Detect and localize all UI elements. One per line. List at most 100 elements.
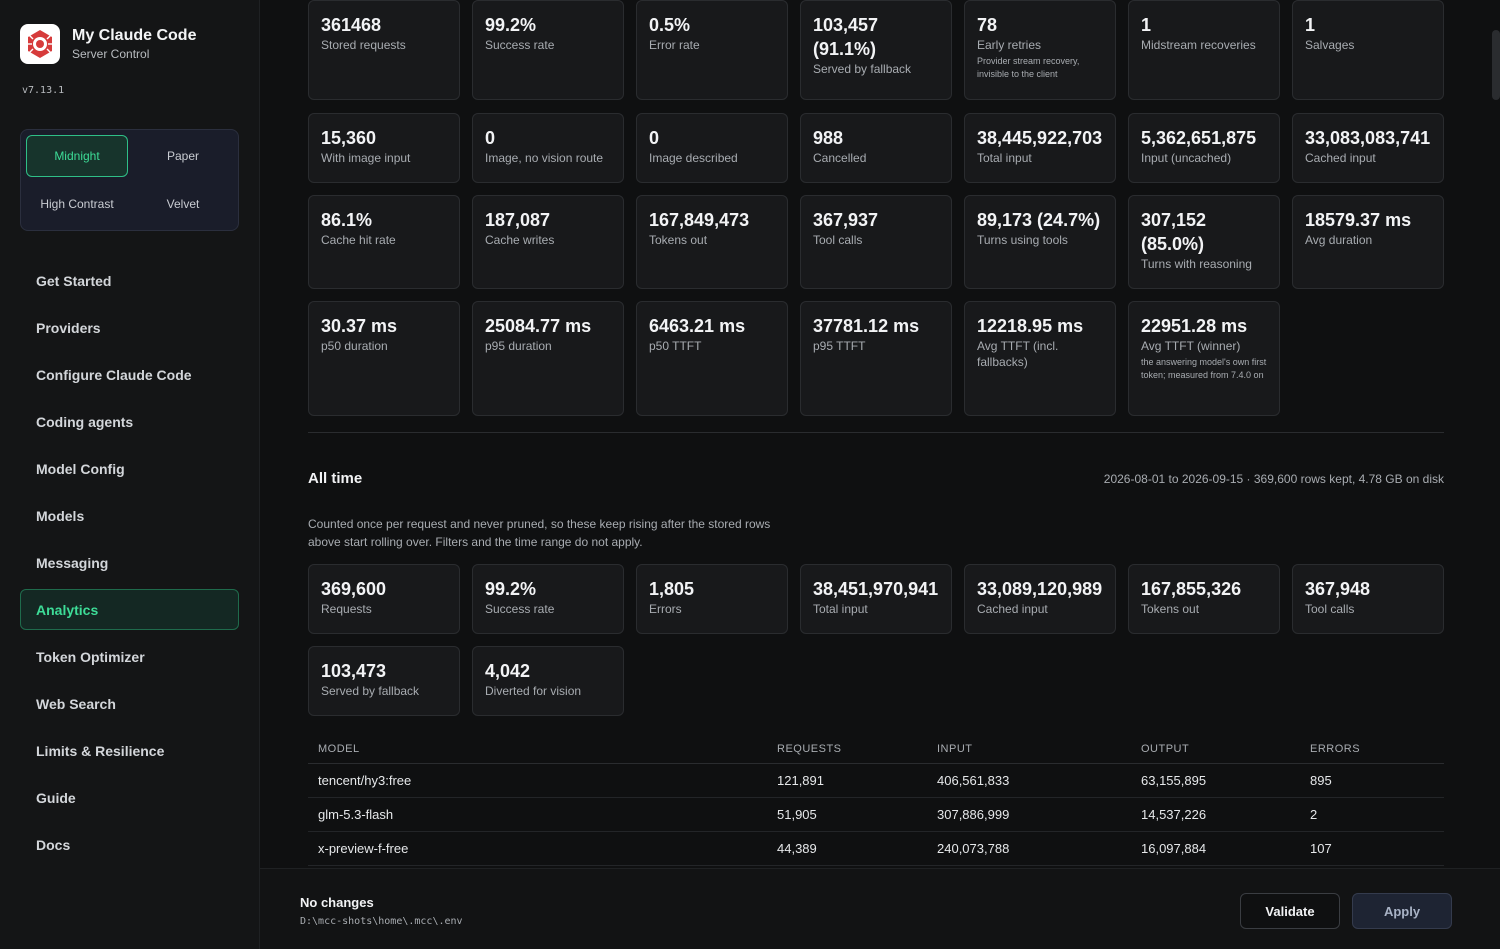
cell-errors: 2 [1310, 807, 1318, 822]
app-subtitle: Server Control [72, 47, 150, 61]
apply-button[interactable]: Apply [1352, 893, 1452, 929]
stat-card: 361468 Stored requests [308, 0, 460, 100]
stat-label: Input (uncached) [1141, 151, 1232, 165]
nav-limits-resilience[interactable]: Limits & Resilience [20, 730, 239, 771]
stat-value: 103,457 (91.1%) [813, 15, 879, 59]
stat-card: 5,362,651,875 Input (uncached) [1128, 113, 1280, 183]
theme-velvet-button[interactable]: Velvet [132, 183, 234, 225]
stat-label: Served by fallback [321, 684, 420, 698]
table-row: glm-5.3-flash 51,905 307,886,999 14,537,… [308, 798, 1444, 832]
all-time-stat-card: 369,600 Requests [308, 564, 460, 634]
cell-model: tencent/hy3:free [318, 773, 412, 788]
nav-docs[interactable]: Docs [20, 824, 239, 865]
stat-label: Total input [813, 602, 868, 616]
stat-card: 0 Image described [636, 113, 788, 183]
theme-paper-button[interactable]: Paper [132, 135, 234, 177]
cell-input: 307,886,999 [937, 807, 1010, 822]
column-header-input[interactable]: INPUT [937, 743, 1141, 755]
stat-value: 167,855,326 [1141, 579, 1242, 599]
column-header-errors[interactable]: ERRORS [1310, 743, 1444, 755]
app-title: My Claude Code [72, 27, 197, 44]
stat-label: Turns with reasoning [1141, 257, 1252, 271]
stat-label: Success rate [485, 38, 555, 52]
stat-value: 30.37 ms [321, 316, 398, 336]
theme-midnight-button[interactable]: Midnight [26, 135, 128, 177]
stat-card: 307,152 (85.0%) Turns with reasoning [1128, 195, 1280, 289]
nav-messaging[interactable]: Messaging [20, 542, 239, 583]
nav-models[interactable]: Models [20, 495, 239, 536]
nav-token-optimizer[interactable]: Token Optimizer [20, 636, 239, 677]
nav-web-search[interactable]: Web Search [20, 683, 239, 724]
column-header-requests[interactable]: REQUESTS [777, 743, 937, 755]
cell-errors: 895 [1310, 773, 1332, 788]
stat-value: 99.2% [485, 15, 537, 35]
stat-value: 1 [1305, 15, 1316, 35]
cell-errors: 107 [1310, 841, 1332, 856]
stat-value: 6463.21 ms [649, 316, 746, 336]
footer-bar: No changes D:\mcc-shots\home\.mcc\.env V… [260, 868, 1500, 949]
cell-requests: 51,905 [777, 807, 817, 822]
sidebar-nav: Get Started Providers Configure Claude C… [20, 260, 239, 871]
table-row: tencent/hy3:free 121,891 406,561,833 63,… [308, 764, 1444, 798]
stat-label: Image described [649, 151, 738, 165]
analytics-main: 361468 Stored requests 99.2% Success rat… [260, 0, 1500, 868]
nav-guide[interactable]: Guide [20, 777, 239, 818]
stat-label: Success rate [485, 602, 555, 616]
nav-model-config[interactable]: Model Config [20, 448, 239, 489]
nav-providers[interactable]: Providers [20, 307, 239, 348]
stat-value: 988 [813, 128, 844, 148]
stat-label: Served by fallback [813, 62, 912, 76]
theme-switcher: Midnight Paper High Contrast Velvet [20, 129, 239, 231]
stat-value: 15,360 [321, 128, 377, 148]
column-header-model[interactable]: MODEL [308, 743, 777, 755]
stat-label: p95 TTFT [813, 339, 866, 353]
stat-label: Tokens out [649, 233, 708, 247]
stat-label: Errors [649, 602, 682, 616]
stat-card: 187,087 Cache writes [472, 195, 624, 289]
nav-coding-agents[interactable]: Coding agents [20, 401, 239, 442]
stat-value: 167,849,473 [649, 210, 750, 230]
stat-value: 1 [1141, 15, 1152, 35]
nav-configure-claude-code[interactable]: Configure Claude Code [20, 354, 239, 395]
stat-value: 5,362,651,875 [1141, 128, 1257, 148]
stat-value: 37781.12 ms [813, 316, 920, 336]
cell-output: 16,097,884 [1141, 841, 1207, 856]
validate-button[interactable]: Validate [1240, 893, 1340, 929]
stat-label: Cached input [1305, 151, 1376, 165]
brand: My Claude Code Server Control [20, 24, 196, 64]
stat-label: Early retries [977, 38, 1042, 52]
stat-label: p50 TTFT [649, 339, 702, 353]
stat-label: Tool calls [1305, 602, 1355, 616]
stat-label: Image, no vision route [485, 151, 604, 165]
stat-card: 6463.21 ms p50 TTFT [636, 301, 788, 416]
stat-value: 99.2% [485, 579, 537, 599]
stat-label: Diverted for vision [485, 684, 582, 698]
stat-value: 0.5% [649, 15, 691, 35]
stat-value: 22951.28 ms [1141, 316, 1248, 336]
stat-value: 86.1% [321, 210, 373, 230]
nav-get-started[interactable]: Get Started [20, 260, 239, 301]
stat-label: Cancelled [813, 151, 867, 165]
section-divider [308, 432, 1444, 433]
stat-card: 15,360 With image input [308, 113, 460, 183]
all-time-stat-card: 33,089,120,989 Cached input [964, 564, 1116, 634]
table-header: MODEL REQUESTS INPUT OUTPUT ERRORS [308, 734, 1444, 764]
stat-value: 369,600 [321, 579, 387, 599]
all-time-stat-card: 99.2% Success rate [472, 564, 624, 634]
stat-value: 367,948 [1305, 579, 1371, 599]
theme-high-contrast-button[interactable]: High Contrast [26, 183, 128, 225]
stat-card: 18579.37 ms Avg duration [1292, 195, 1444, 289]
nav-analytics[interactable]: Analytics [20, 589, 239, 630]
column-header-output[interactable]: OUTPUT [1141, 743, 1310, 755]
all-time-stat-card: 4,042 Diverted for vision [472, 646, 624, 716]
all-time-stat-card: 367,948 Tool calls [1292, 564, 1444, 634]
stat-value: 1,805 [649, 579, 695, 599]
stat-label: Turns using tools [977, 233, 1068, 247]
stat-card: 103,457 (91.1%) Served by fallback [800, 0, 952, 100]
stat-card: 30.37 ms p50 duration [308, 301, 460, 416]
main-scrollbar[interactable] [1492, 30, 1500, 100]
stat-label: With image input [321, 151, 411, 165]
stat-value: 33,083,083,741 [1305, 128, 1431, 148]
stat-label: Tool calls [813, 233, 863, 247]
stat-card: 25084.77 ms p95 duration [472, 301, 624, 416]
